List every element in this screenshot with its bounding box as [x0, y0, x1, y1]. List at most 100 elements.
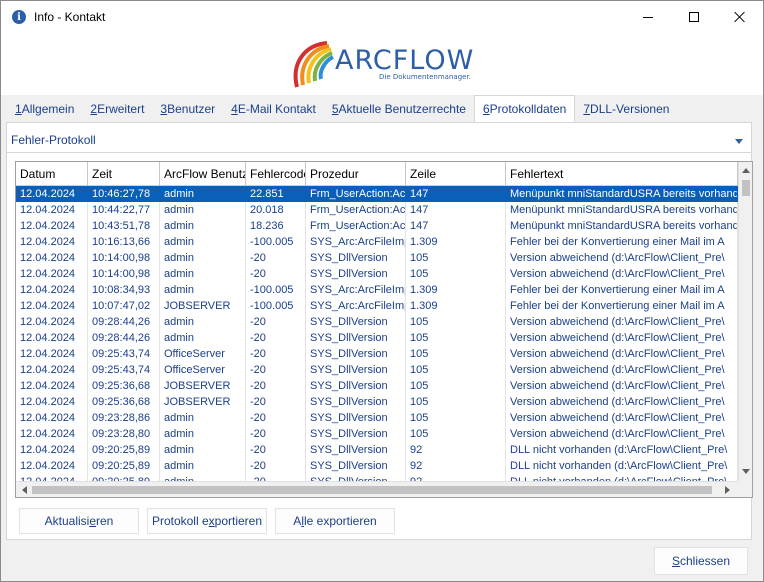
table-cell: -100.005 [246, 298, 306, 314]
table-cell: admin [160, 202, 246, 218]
table-cell: SYS_DllVersion [306, 394, 406, 410]
tab-aktuelle-benutzerrechte[interactable]: 5 Aktuelle Benutzerrechte [324, 95, 474, 122]
table-cell: SYS_DllVersion [306, 346, 406, 362]
maximize-button[interactable] [671, 1, 717, 33]
table-cell: -20 [246, 426, 306, 442]
column-header-fehlercode[interactable]: Fehlercode [246, 162, 306, 186]
table-row[interactable]: 12.04.2024 09:28:44,26 admin -20 SYS_DllVers… [16, 330, 738, 346]
table-cell: JOBSERVER [160, 394, 246, 410]
column-header-fehlertext[interactable]: Fehlertext [506, 162, 738, 186]
info-kontakt-window: i Info - Kontakt ARCFLOW Die Dokumentenm… [0, 0, 764, 582]
table-row[interactable]: 12.04.2024 10:08:34,93 admin -100.005 SYS_Ar… [16, 282, 738, 298]
button-label: Aktualisi [44, 514, 90, 528]
table-row[interactable]: 12.04.2024 10:14:00,98 admin -20 SYS_DllVers… [16, 266, 738, 282]
table-row[interactable]: 12.04.2024 10:44:22,77 admin 20.018 Frm_User… [16, 202, 738, 218]
export-log-button[interactable]: Protokoll e x portieren [147, 508, 267, 534]
table-cell: SYS_DllVersion [306, 474, 406, 481]
table-cell: admin [160, 250, 246, 266]
vertical-scroll-thumb[interactable] [742, 180, 750, 196]
table-cell: 10:16:13,66 [88, 234, 160, 250]
table-cell: 10:14:00,98 [88, 250, 160, 266]
tab-benutzer[interactable]: 3 Benutzer [152, 95, 223, 122]
export-all-button[interactable]: Al le exportieren [275, 508, 395, 534]
close-window-button[interactable] [717, 1, 763, 33]
table-cell: 105 [406, 346, 506, 362]
table-cell: -100.005 [246, 234, 306, 250]
scroll-down-button[interactable] [739, 465, 752, 479]
table-row[interactable]: 12.04.2024 09:28:44,26 admin -20 SYS_DllVers… [16, 314, 738, 330]
minimize-button[interactable] [625, 1, 671, 33]
table-cell: SYS_DllVersion [306, 458, 406, 474]
table-cell: 10:08:34,93 [88, 282, 160, 298]
vertical-scrollbar[interactable] [738, 162, 752, 481]
table-cell: -20 [246, 250, 306, 266]
table-cell: SYS_DllVersion [306, 410, 406, 426]
table-cell: Version abweichend (d:\ArcFlow\Client_Pr… [506, 266, 738, 282]
table-cell: SYS_DllVersion [306, 314, 406, 330]
table-cell: 105 [406, 266, 506, 282]
column-header-zeile[interactable]: Zeile [406, 162, 506, 186]
scroll-left-button[interactable] [18, 483, 32, 497]
scroll-up-button[interactable] [739, 164, 752, 178]
column-header-benutzer[interactable]: ArcFlow Benutzer [160, 162, 246, 186]
table-row[interactable]: 12.04.2024 10:46:27,78 admin 22.851 Frm_User… [16, 186, 738, 202]
table-cell: 09:25:36,68 [88, 378, 160, 394]
close-button[interactable]: Schliessen [654, 547, 748, 575]
table-cell: 10:44:22,77 [88, 202, 160, 218]
table-cell: 12.04.2024 [16, 186, 88, 202]
table-row[interactable]: 12.04.202409:20:25,89admin-20SYS_DllVers… [16, 458, 738, 474]
log-type-select[interactable]: Fehler-Protokoll [7, 123, 751, 153]
table-cell: Version abweichend (d:\ArcFlow\Client_Pr… [506, 330, 738, 346]
table-cell: admin [160, 458, 246, 474]
tab-erweitert[interactable]: 2 Erweitert [82, 95, 152, 122]
table-row[interactable]: 12.04.202409:20:25,89admin-20SYS_DllVers… [16, 442, 738, 458]
tab-key: 2 [90, 101, 98, 116]
table-cell: 10:46:27,78 [88, 186, 160, 202]
table-cell: Fehler bei der Konvertierung einer Mail … [506, 282, 738, 298]
table-cell: 09:25:43,74 [88, 346, 160, 362]
tab-dll-versionen[interactable]: 7 DLL-Versionen [575, 95, 677, 122]
table-cell: SYS_DllVersion [306, 442, 406, 458]
column-header-prozedur[interactable]: Prozedur [306, 162, 406, 186]
table-row[interactable]: 12.04.2024 10:43:51,78 admin 18.236 Frm_User… [16, 218, 738, 234]
table-cell: 92 [406, 458, 506, 474]
table-cell: 12.04.2024 [16, 426, 88, 442]
table-cell: 12.04.2024 [16, 378, 88, 394]
table-row[interactable]: 12.04.2024 09:25:36,68 JOBSERVER -20 SYS_Dll… [16, 378, 738, 394]
table-cell: 105 [406, 410, 506, 426]
close-icon [734, 11, 746, 23]
table-cell: 20.018 [246, 202, 306, 218]
tab-label: E-Mail Kontakt [237, 101, 316, 116]
table-cell: 147 [406, 218, 506, 234]
scroll-right-button[interactable] [720, 483, 734, 497]
refresh-button[interactable]: Aktualisi e ren [19, 508, 139, 534]
table-row[interactable]: 12.04.2024 10:14:00,98 admin -20 SYS_DllVers… [16, 250, 738, 266]
tab-allgemein[interactable]: 1 Allgemein [7, 95, 82, 122]
table-cell: -20 [246, 330, 306, 346]
table-row[interactable]: 12.04.2024 09:23:28,80 admin -20 SYS_DllVers… [16, 426, 738, 442]
table-row[interactable]: 12.04.202409:20:25,89admin-20SYS_DllVers… [16, 474, 738, 481]
table-cell: Version abweichend (d:\ArcFlow\Client_Pr… [506, 362, 738, 378]
table-cell: 105 [406, 250, 506, 266]
tab-protokolldaten[interactable]: 6 Protokolldaten [473, 95, 576, 122]
column-header-datum[interactable]: Datum [16, 162, 88, 186]
table-row[interactable]: 12.04.2024 10:16:13,66 admin -100.005 SYS_Ar… [16, 234, 738, 250]
table-cell: -20 [246, 458, 306, 474]
table-cell: 147 [406, 202, 506, 218]
horizontal-scroll-thumb[interactable] [32, 486, 712, 494]
table-row[interactable]: 12.04.2024 09:25:36,68 JOBSERVER -20 SYS_Dll… [16, 394, 738, 410]
tab-key: 3 [160, 101, 168, 116]
table-row[interactable]: 12.04.2024 09:25:43,74 OfficeServer -20 SYS_… [16, 362, 738, 378]
table-cell: 12.04.2024 [16, 362, 88, 378]
table-cell: Menüpunkt mniStandardUSRA bereits vorhan… [506, 186, 738, 202]
table-cell: 12.04.2024 [16, 442, 88, 458]
tab-email-kontakt[interactable]: 4 E-Mail Kontakt [223, 95, 324, 122]
table-cell: 12.04.2024 [16, 410, 88, 426]
horizontal-scrollbar[interactable] [16, 481, 738, 497]
table-cell: 10:14:00,98 [88, 266, 160, 282]
table-cell: 09:20:25,89 [88, 442, 160, 458]
table-row[interactable]: 12.04.2024 10:07:47,02 JOBSERVER -100.005 SY… [16, 298, 738, 314]
table-row[interactable]: 12.04.2024 09:25:43,74 OfficeServer -20 SYS_… [16, 346, 738, 362]
column-header-zeit[interactable]: Zeit [88, 162, 160, 186]
table-row[interactable]: 12.04.2024 09:23:28,86 admin -20 SYS_DllVers… [16, 410, 738, 426]
